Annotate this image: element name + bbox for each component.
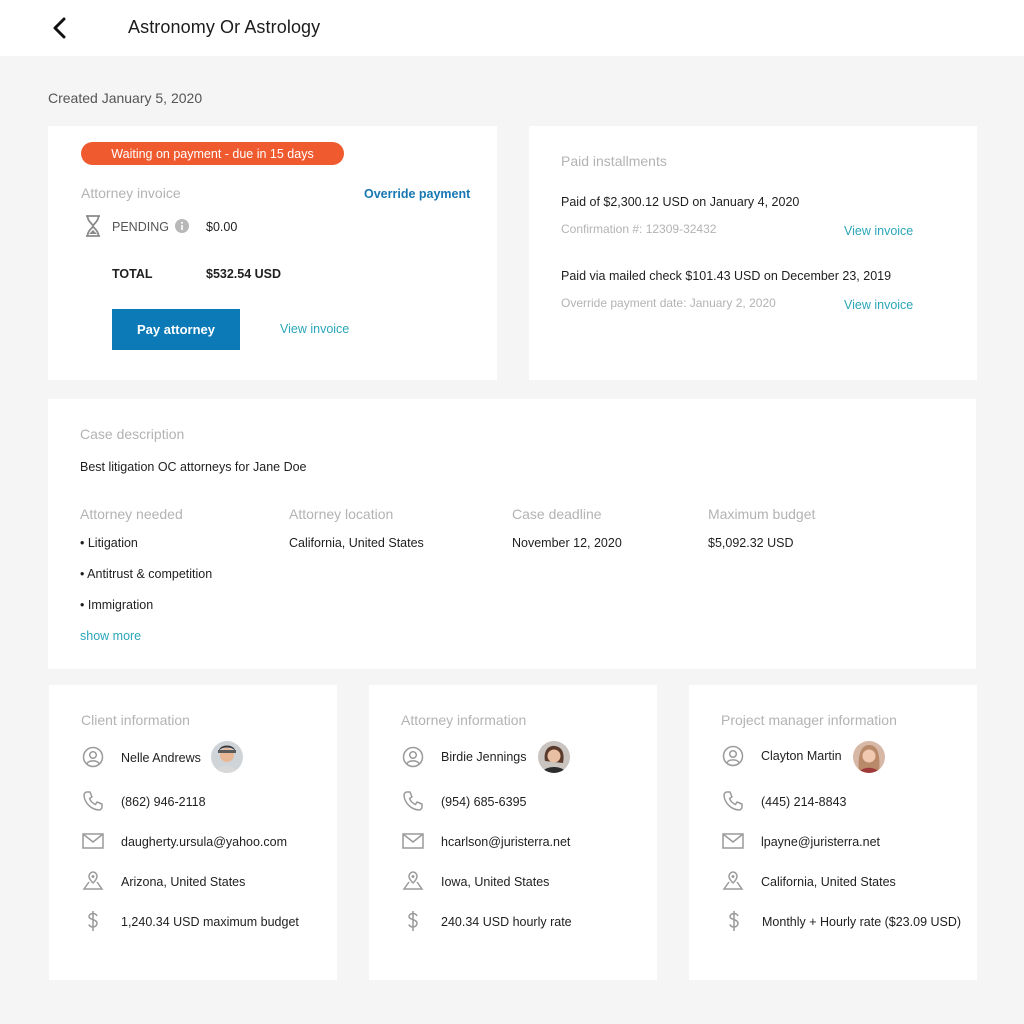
info-icon[interactable] xyxy=(170,214,194,238)
pay-attorney-button[interactable]: Pay attorney xyxy=(112,309,240,350)
user-icon xyxy=(81,745,105,769)
avatar xyxy=(211,741,243,773)
case-description-title: Case description xyxy=(80,426,185,442)
paid-installments-card: Paid installments Paid of $2,300.12 USD … xyxy=(529,126,977,380)
client-budget: 1,240.34 USD maximum budget xyxy=(121,915,299,929)
attorney-invoice-title: Attorney invoice xyxy=(81,185,181,201)
dollar-icon xyxy=(401,909,425,933)
attorney-phone: (954) 685-6395 xyxy=(441,795,527,809)
attorney-name: Birdie Jennings xyxy=(441,750,527,764)
installment-view-invoice-link[interactable]: View invoice xyxy=(844,224,913,238)
case-deadline-value: November 12, 2020 xyxy=(512,536,622,550)
show-more-link[interactable]: show more xyxy=(80,629,141,643)
phone-icon xyxy=(81,789,105,813)
installment-view-invoice-link[interactable]: View invoice xyxy=(844,298,913,312)
phone-icon xyxy=(721,789,745,813)
override-payment-link[interactable]: Override payment xyxy=(364,187,470,201)
total-label: TOTAL xyxy=(112,267,153,281)
manager-info-title: Project manager information xyxy=(721,712,897,728)
user-icon xyxy=(721,744,745,768)
manager-phone: (445) 214-8843 xyxy=(761,795,847,809)
user-icon xyxy=(401,745,425,769)
attorney-location: Iowa, United States xyxy=(441,875,550,889)
maximum-budget-label: Maximum budget xyxy=(708,506,816,522)
avatar xyxy=(538,741,570,773)
total-amount: $532.54 USD xyxy=(206,267,282,281)
maximum-budget-value: $5,092.32 USD xyxy=(708,536,794,550)
back-arrow-icon[interactable] xyxy=(51,17,69,39)
client-information-card: Client information Nelle Andrews (862) 9… xyxy=(49,685,337,980)
attorney-needed-label: Attorney needed xyxy=(80,506,183,522)
installment-text: Paid of $2,300.12 USD on January 4, 2020 xyxy=(561,195,800,209)
attorney-location-label: Attorney location xyxy=(289,506,394,522)
installment-subtext: Confirmation #: 12309-32432 xyxy=(561,222,717,236)
case-deadline-label: Case deadline xyxy=(512,506,602,522)
attorney-needed-item: • Litigation xyxy=(80,536,138,550)
case-description-text: Best litigation OC attorneys for Jane Do… xyxy=(80,460,307,474)
installments-title: Paid installments xyxy=(561,153,667,169)
attorney-rate: 240.34 USD hourly rate xyxy=(441,915,572,929)
client-name: Nelle Andrews xyxy=(121,751,201,765)
manager-location: California, United States xyxy=(761,875,896,889)
mail-icon xyxy=(721,829,745,853)
manager-email: lpayne@juristerra.net xyxy=(761,835,880,849)
mail-icon xyxy=(401,829,425,853)
location-pin-icon xyxy=(401,869,425,893)
client-phone: (862) 946-2118 xyxy=(121,795,206,809)
back-button[interactable] xyxy=(46,14,74,42)
dollar-icon xyxy=(722,909,746,933)
manager-rate: Monthly + Hourly rate ($23.09 USD) xyxy=(762,915,962,929)
installment-text: Paid via mailed check $101.43 USD on Dec… xyxy=(561,269,892,283)
phone-icon xyxy=(401,789,425,813)
attorney-info-title: Attorney information xyxy=(401,712,527,728)
client-info-title: Client information xyxy=(81,712,190,728)
installment-subtext: Override payment date: January 2, 2020 xyxy=(561,296,776,310)
case-description-card: Case description Best litigation OC atto… xyxy=(48,399,976,669)
attorney-invoice-card: Waiting on payment - due in 15 days Atto… xyxy=(48,126,497,380)
client-email: daugherty.ursula@yahoo.com xyxy=(121,835,288,849)
client-location: Arizona, United States xyxy=(121,875,246,889)
top-app-bar: Astronomy Or Astrology xyxy=(0,0,1024,56)
manager-name: Clayton Martin xyxy=(761,749,842,763)
mail-icon xyxy=(81,829,105,853)
attorney-information-card: Attorney information Birdie Jennings (95… xyxy=(369,685,657,980)
attorney-needed-item: • Immigration xyxy=(80,598,154,612)
attorney-needed-item: • Antitrust & competition xyxy=(80,567,213,581)
attorney-location-value: California, United States xyxy=(289,536,424,550)
hourglass-icon xyxy=(81,214,105,238)
project-manager-information-card: Project manager information Clayton Mart… xyxy=(689,685,977,980)
location-pin-icon xyxy=(721,869,745,893)
pending-label: PENDING xyxy=(112,220,169,234)
view-invoice-link[interactable]: View invoice xyxy=(280,322,349,336)
created-date: Created January 5, 2020 xyxy=(48,90,203,106)
location-pin-icon xyxy=(81,869,105,893)
status-badge: Waiting on payment - due in 15 days xyxy=(81,142,344,165)
page-title: Astronomy Or Astrology xyxy=(128,17,321,37)
avatar xyxy=(853,741,885,773)
attorney-email: hcarlson@juristerra.net xyxy=(441,835,571,849)
dollar-icon xyxy=(81,909,105,933)
pending-amount: $0.00 xyxy=(206,220,238,234)
